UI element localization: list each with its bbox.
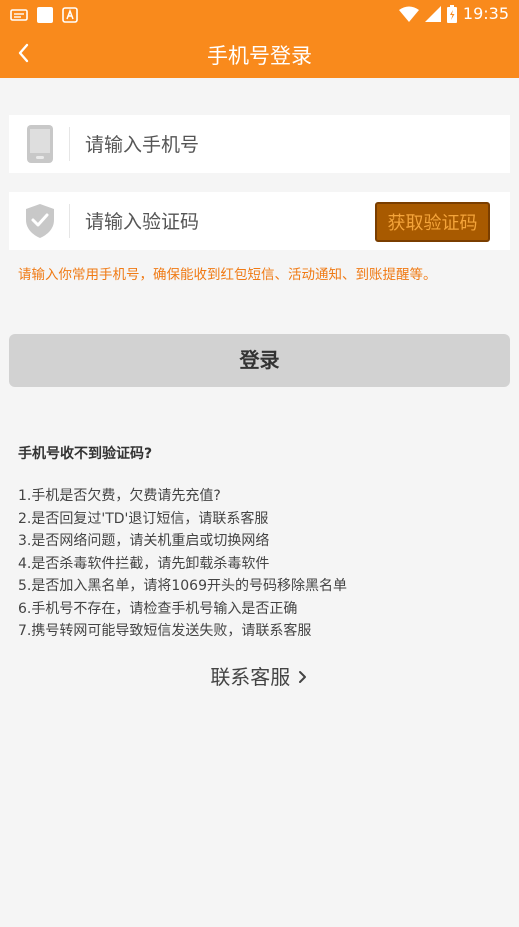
faq-item: 3.是否网络问题，请关机重启或切换网络: [18, 533, 270, 549]
field-divider: [69, 127, 70, 161]
header-bar: 手机号登录: [0, 28, 519, 78]
faq-item: 4.是否杀毒软件拦截，请先卸载杀毒软件: [18, 555, 270, 572]
battery-icon: [446, 4, 457, 23]
contact-support-link[interactable]: 联系客服: [0, 661, 519, 690]
login-button[interactable]: 登录: [9, 334, 510, 387]
chevron-right-icon: [298, 671, 306, 683]
status-time: 19:35: [462, 4, 509, 23]
phone-field-row: [9, 115, 510, 173]
phone-input[interactable]: [83, 125, 367, 165]
faq-item: 5.是否加入黑名单，请将1069开头的号码移除黑名单: [18, 578, 347, 594]
faq-item: 1.手机是否欠费，欠费请先充值?: [18, 488, 221, 504]
app-a-icon: [62, 7, 78, 23]
shield-check-icon: [26, 204, 54, 238]
faq-item: 7.携号转网可能导致短信发送失败，请联系客服: [18, 623, 312, 639]
hint-text: 请输入你常用手机号，确保能收到红包短信、活动通知、到账提醒等。: [18, 267, 437, 283]
status-bar-left-icons: [10, 6, 78, 24]
faq-list: 1.手机是否欠费，欠费请先充值? 2.是否回复过'TD'退订短信，请联系客服 3…: [18, 485, 347, 643]
message-icon: [10, 9, 28, 21]
notification-square-icon: [37, 7, 53, 23]
get-code-button[interactable]: 获取验证码: [375, 202, 490, 242]
field-divider: [69, 204, 70, 238]
contact-support-label: 联系客服: [210, 665, 291, 689]
status-bar: 19:35: [0, 0, 519, 28]
wifi-icon: [398, 6, 419, 22]
code-field-row: 获取验证码: [9, 192, 510, 250]
signal-icon: [424, 5, 441, 22]
faq-item: 2.是否回复过'TD'退订短信，请联系客服: [18, 510, 269, 527]
faq-title: 手机号收不到验证码?: [18, 446, 153, 462]
page-title: 手机号登录: [207, 44, 312, 68]
status-bar-right-icons: 19:35: [398, 4, 509, 23]
code-input[interactable]: [83, 202, 367, 242]
faq-item: 6.手机号不存在，请检查手机号输入是否正确: [18, 600, 298, 617]
phone-icon: [27, 125, 53, 163]
